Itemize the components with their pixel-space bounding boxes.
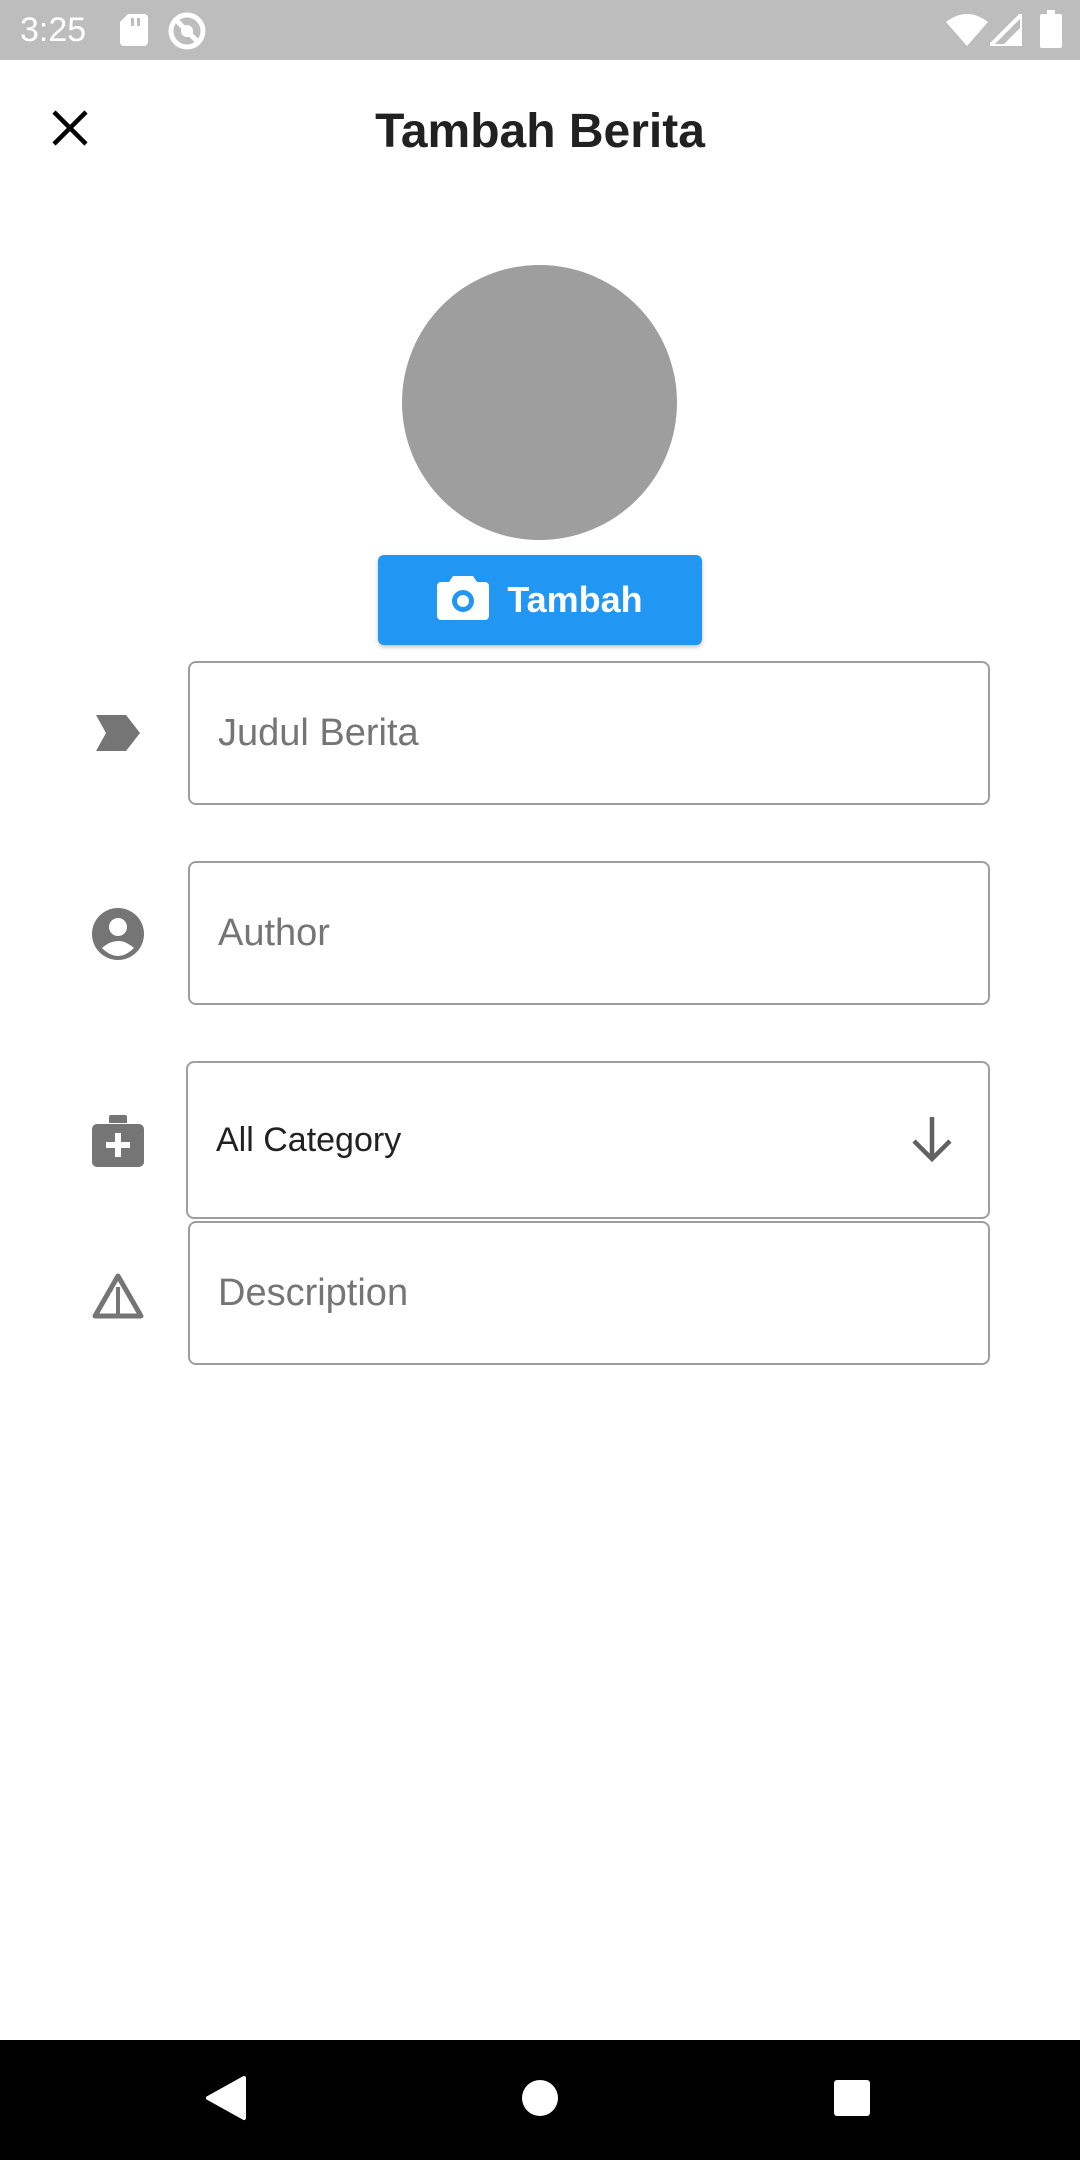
author-input[interactable] [190,863,988,1003]
screen: 3:25 Tambah Berita Tambah Judul Berita A… [0,0,1080,2160]
sync-disabled-icon [168,12,206,55]
signal-icon [985,9,1024,51]
battery-icon [1040,10,1062,53]
arrow-down-icon [906,1113,958,1165]
back-button[interactable] [196,2070,256,2130]
label-icon [88,703,148,763]
title-field[interactable] [188,661,990,805]
add-photo-button[interactable]: Tambah [378,555,702,645]
medical-bag-icon [88,1111,148,1171]
category-selected: All Category [216,1121,402,1159]
navigation-bar [0,2040,1080,2160]
description-field[interactable] [188,1221,990,1365]
warning-outline-icon [88,1266,148,1326]
home-circle-icon [520,2078,560,2123]
recents-square-icon [832,2078,872,2123]
wifi-icon [946,14,988,51]
add-photo-label: Tambah [507,579,643,620]
back-triangle-icon [204,2074,248,2127]
status-bar: 3:25 [0,0,1080,60]
account-circle-icon [88,904,148,964]
title-input[interactable] [190,663,988,803]
page-title: Tambah Berita [375,105,705,158]
news-image-placeholder [402,265,677,540]
status-time: 3:25 [20,11,87,49]
description-input[interactable] [190,1223,988,1363]
author-field[interactable] [188,861,990,1005]
camera-icon [437,575,490,625]
recents-button[interactable] [822,2070,882,2130]
home-button[interactable] [510,2070,570,2130]
sd-card-icon [120,14,148,51]
category-dropdown[interactable]: All Category [186,1061,990,1219]
